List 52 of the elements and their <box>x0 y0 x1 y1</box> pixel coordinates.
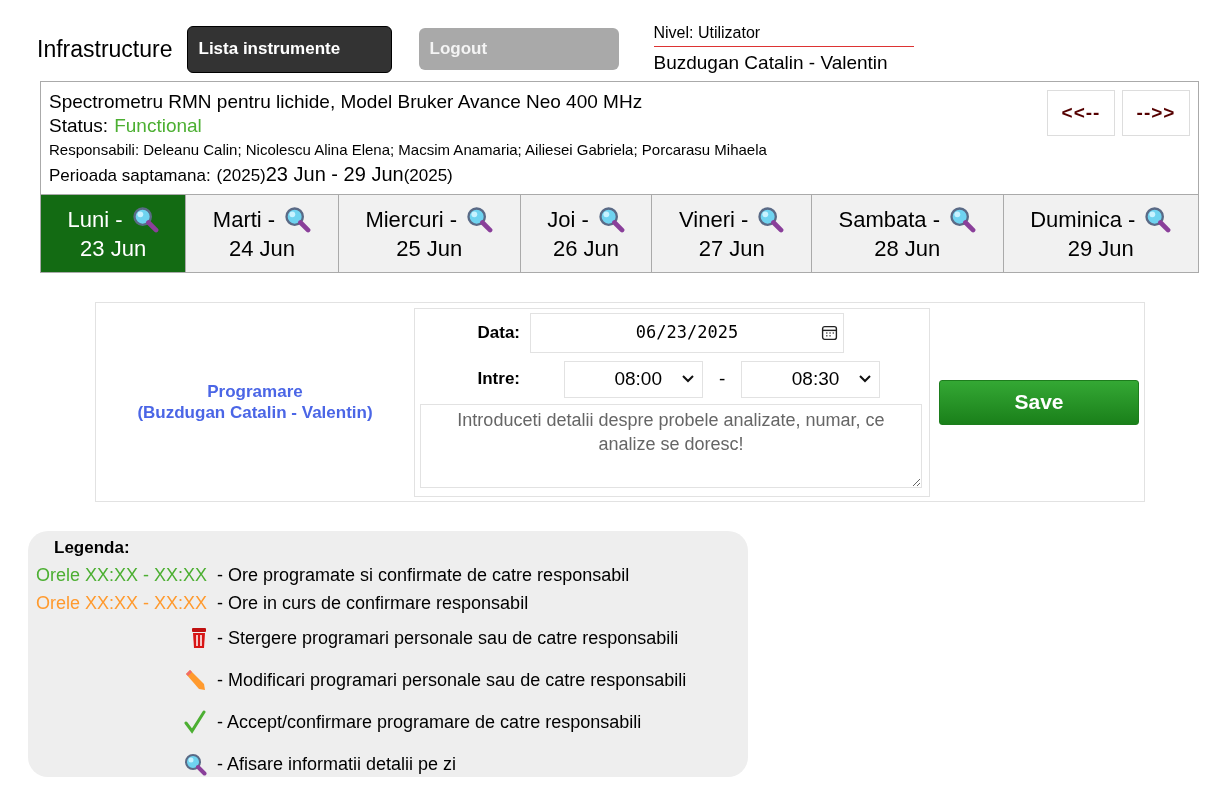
day-tab[interactable]: Joi - 26 Jun <box>519 195 652 272</box>
search-icon <box>756 205 785 233</box>
search-icon <box>948 205 976 233</box>
booking-owner: (Buzdugan Catalin - Valentin) <box>137 402 373 423</box>
start-time-select[interactable]: 08:00 <box>564 360 703 398</box>
instrument-name: Spectrometru RMN pentru lichide, Model Bruker Avance Neo 400 MHz <box>49 90 644 114</box>
search-icon <box>130 205 159 233</box>
end-time-select[interactable]: 08:30 <box>741 360 881 398</box>
period-range: (2025)23 Jun - 29 Jun(2025) <box>216 162 453 187</box>
day-tab[interactable]: Marti - 24 Jun <box>185 195 338 272</box>
search-icon <box>283 205 312 233</box>
legend-description: - Stergere programari personale sau de catre responsabili <box>217 626 679 650</box>
day-tab[interactable]: Sambata - 28 Jun <box>810 195 1003 272</box>
details-field[interactable]: Introduceti detalii despre probele analizate, numar, ce analize se doresc! <box>420 403 922 488</box>
next-week-button[interactable]: -->> <box>1122 90 1190 136</box>
page-title: Infrastructure <box>37 34 173 64</box>
day-tab[interactable]: Miercuri - 25 Jun <box>337 195 520 272</box>
time-separator: - <box>719 366 726 391</box>
time-range-label: Intre: <box>476 368 521 391</box>
hours-sample: Orele XX:XX - XX:XX <box>36 563 209 587</box>
day-tab[interactable]: Vineri - 27 Jun <box>651 195 811 272</box>
search-icon <box>183 752 207 776</box>
search-icon <box>1143 205 1172 233</box>
save-button[interactable]: Save <box>939 379 1139 425</box>
legend-description: - Modificari programari personale sau de catre responsabili <box>217 668 687 692</box>
day-tab[interactable]: Luni - 23 Jun <box>41 195 186 272</box>
check-icon <box>183 710 207 734</box>
chevron-icon <box>682 375 694 383</box>
period-label: Perioada saptamana: <box>49 165 211 187</box>
status-label: Status: <box>49 114 109 138</box>
responsible-list: Responsabili: Deleanu Calin; Nicolescu Alina Elena; Macsim Anamaria; Ailiesei Gabriela; Porcarasu Mihaela <box>49 138 767 162</box>
legend-description: - Accept/confirmare programare de catre responsabili <box>217 710 642 734</box>
calendar-icon[interactable] <box>821 324 838 341</box>
date-field[interactable]: 06/23/2025 <box>530 312 844 353</box>
booking-title: Programare <box>207 381 303 402</box>
status-value: Functional <box>114 114 202 138</box>
previous-week-button[interactable]: <<-- <box>1047 90 1115 136</box>
legend-description: - Afisare informatii detalii pe zi <box>217 752 457 776</box>
user-level: Nivel: Utilizator <box>653 20 914 47</box>
search-icon <box>596 205 625 233</box>
day-tab[interactable]: Duminica - 29 Jun <box>1002 195 1198 272</box>
instrument-list-button[interactable]: Lista instrumente <box>186 25 392 73</box>
pencil-icon <box>183 668 207 692</box>
legend-description: - Ore programate si confirmate de catre responsabil <box>217 563 630 587</box>
trash-icon <box>191 626 207 650</box>
legend-title: Legenda: <box>53 537 131 559</box>
hours-sample: Orele XX:XX - XX:XX <box>36 591 209 615</box>
chevron-icon <box>859 375 872 383</box>
date-label: Data: <box>476 321 521 344</box>
legend-description: - Ore in curs de confirmare responsabil <box>217 591 529 615</box>
search-icon <box>465 205 494 233</box>
user-name: Buzdugan Catalin - Valentin <box>653 50 889 75</box>
